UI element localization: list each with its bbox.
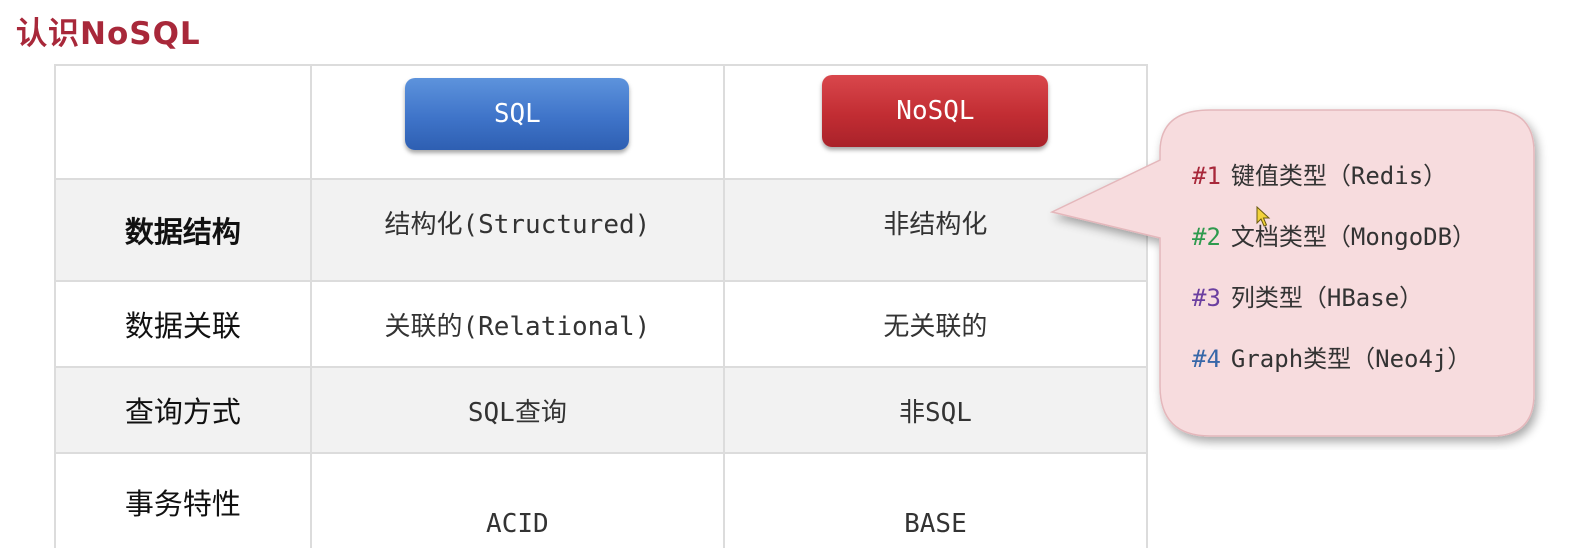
- row-label: 数据关联: [54, 280, 312, 368]
- comparison-table: SQL NoSQL 数据结构 结构化(Structured) 非结构化 数据关联…: [54, 64, 1149, 548]
- item-number: #4: [1192, 345, 1221, 373]
- table-row: 数据关联 关联的(Relational) 无关联的: [54, 280, 1149, 368]
- item-text: 列类型（HBase）: [1230, 284, 1424, 312]
- list-item: #2 文档类型（MongoDB）: [1192, 217, 1476, 278]
- nosql-types-list: #1 键值类型（Redis） #2 文档类型（MongoDB） #3 列类型（HBas…: [1192, 156, 1476, 400]
- item-number: #1: [1192, 162, 1221, 190]
- nosql-cell: BASE: [722, 452, 1149, 548]
- item-text: 键值类型（Redis）: [1230, 162, 1448, 190]
- item-number: #2: [1192, 223, 1221, 251]
- row-label: 数据结构: [54, 178, 312, 282]
- row-label: 事务特性: [54, 452, 312, 548]
- table-row: 数据结构 结构化(Structured) 非结构化: [54, 178, 1149, 282]
- header-sql-cell: SQL: [309, 64, 725, 180]
- item-number: #3: [1192, 284, 1221, 312]
- page-title: 认识NoSQL: [16, 16, 201, 52]
- list-item: #3 列类型（HBase）: [1192, 278, 1476, 339]
- table-header-row: SQL NoSQL: [54, 64, 1149, 180]
- mouse-cursor-icon: [1256, 206, 1271, 227]
- table-row: 查询方式 SQL查询 非SQL: [54, 366, 1149, 454]
- sql-cell: 关联的(Relational): [309, 280, 725, 368]
- row-label: 查询方式: [54, 366, 312, 454]
- list-item: #1 键值类型（Redis）: [1192, 156, 1476, 217]
- sql-cell: 结构化(Structured): [309, 178, 725, 282]
- sql-cell: ACID: [309, 452, 725, 548]
- slide: 认识NoSQL SQL NoSQL 数据结构 结构化(Structured) 非…: [0, 0, 1596, 548]
- item-text: Graph类型（Neo4j）: [1230, 345, 1472, 373]
- list-item: #4 Graph类型（Neo4j）: [1192, 339, 1476, 400]
- nosql-header-button: NoSQL: [822, 75, 1049, 147]
- table-row: 事务特性 ACID BASE: [54, 452, 1149, 548]
- sql-header-button: SQL: [405, 78, 630, 150]
- header-empty-cell: [54, 64, 312, 180]
- sql-cell: SQL查询: [309, 366, 725, 454]
